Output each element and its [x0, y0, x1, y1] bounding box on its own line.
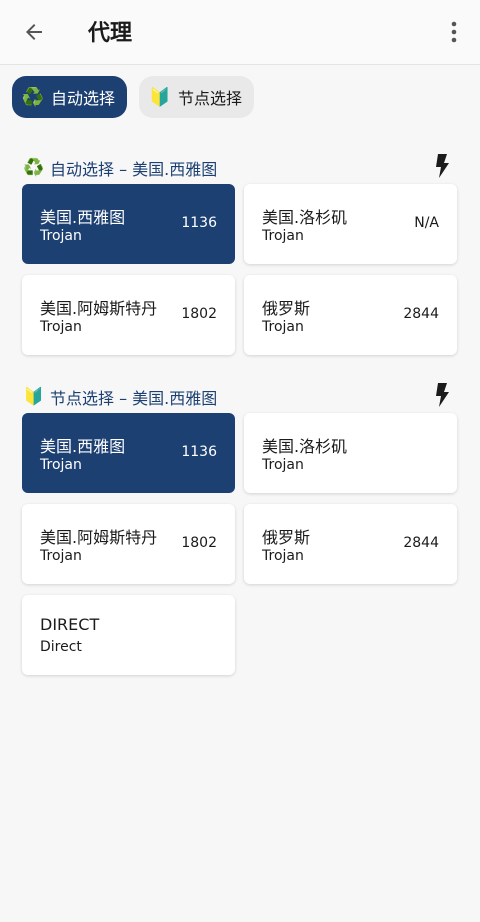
node-name: 美国.阿姆斯特丹 — [40, 299, 158, 318]
recycle-icon: ♻️ — [23, 158, 45, 178]
group-title-text: 节点选择 – 美国.西雅图 — [50, 389, 218, 408]
node-name: DIRECT — [40, 615, 100, 634]
node-type: Trojan — [40, 228, 82, 244]
node-name: 俄罗斯 — [262, 528, 311, 547]
proxy-group-node-select: 🔰 节点选择 – 美国.西雅图 美国.西雅图 Trojan 1136 美国.洛杉… — [0, 377, 480, 675]
node-type: Trojan — [40, 319, 82, 335]
proxy-node-card[interactable]: 美国.洛杉矶 Trojan N/A — [244, 184, 457, 264]
group-title: 🔰 节点选择 – 美国.西雅图 — [23, 385, 218, 409]
proxy-node-card[interactable]: 美国.阿姆斯特丹 Trojan 1802 — [22, 275, 235, 355]
back-button[interactable] — [18, 16, 50, 48]
proxy-node-card[interactable]: 美国.西雅图 Trojan 1136 — [22, 413, 235, 493]
chip-auto-select[interactable]: ♻️ 自动选择 — [12, 76, 128, 118]
proxy-node-card[interactable]: 俄罗斯 Trojan 2844 — [244, 275, 457, 355]
group-header[interactable]: 🔰 节点选择 – 美国.西雅图 — [0, 377, 480, 413]
node-delay: 1136 — [181, 444, 217, 460]
node-delay: N/A — [414, 215, 439, 231]
node-type: Trojan — [262, 319, 304, 335]
group-title-text: 自动选择 – 美国.西雅图 — [50, 160, 218, 179]
node-type: Trojan — [262, 548, 304, 564]
node-name: 俄罗斯 — [262, 299, 311, 318]
node-name: 美国.阿姆斯特丹 — [40, 528, 158, 547]
lightning-icon[interactable] — [434, 154, 450, 178]
chip-node-select[interactable]: 🔰 节点选择 — [139, 76, 255, 118]
proxy-group-auto-select: ♻️ 自动选择 – 美国.西雅图 美国.西雅图 Trojan 1136 美国.洛… — [0, 148, 480, 355]
chip-label: 节点选择 — [178, 89, 243, 108]
node-type: Trojan — [262, 457, 304, 473]
group-header[interactable]: ♻️ 自动选择 – 美国.西雅图 — [0, 148, 480, 184]
node-name: 美国.洛杉矶 — [262, 437, 348, 456]
more-options-button[interactable] — [442, 16, 466, 48]
proxy-node-card[interactable]: DIRECT Direct — [22, 595, 235, 675]
proxy-node-card[interactable]: 美国.西雅图 Trojan 1136 — [22, 184, 235, 264]
chip-label: 自动选择 — [51, 89, 116, 108]
node-delay: 2844 — [403, 306, 439, 322]
node-delay: 1802 — [181, 535, 217, 551]
proxy-node-card[interactable]: 美国.阿姆斯特丹 Trojan 1802 — [22, 504, 235, 584]
node-name: 美国.洛杉矶 — [262, 208, 348, 227]
node-type: Direct — [40, 639, 82, 655]
beginner-icon: 🔰 — [23, 387, 45, 407]
app-bar: 代理 — [0, 0, 480, 65]
page-title: 代理 — [88, 21, 133, 46]
recycle-icon: ♻️ — [21, 86, 45, 108]
more-vert-icon — [451, 21, 457, 43]
proxy-node-card[interactable]: 俄罗斯 Trojan 2844 — [244, 504, 457, 584]
beginner-icon: 🔰 — [148, 86, 172, 108]
proxy-node-card[interactable]: 美国.洛杉矶 Trojan — [244, 413, 457, 493]
node-delay: 1802 — [181, 306, 217, 322]
node-name: 美国.西雅图 — [40, 437, 126, 456]
back-arrow-icon — [26, 24, 42, 40]
node-delay: 2844 — [403, 535, 439, 551]
group-title: ♻️ 自动选择 – 美国.西雅图 — [23, 156, 218, 180]
node-type: Trojan — [40, 548, 82, 564]
group-tabs: ♻️ 自动选择 🔰 节点选择 — [12, 76, 255, 118]
node-type: Trojan — [40, 457, 82, 473]
node-name: 美国.西雅图 — [40, 208, 126, 227]
node-delay: 1136 — [181, 215, 217, 231]
node-type: Trojan — [262, 228, 304, 244]
lightning-icon[interactable] — [434, 383, 450, 407]
